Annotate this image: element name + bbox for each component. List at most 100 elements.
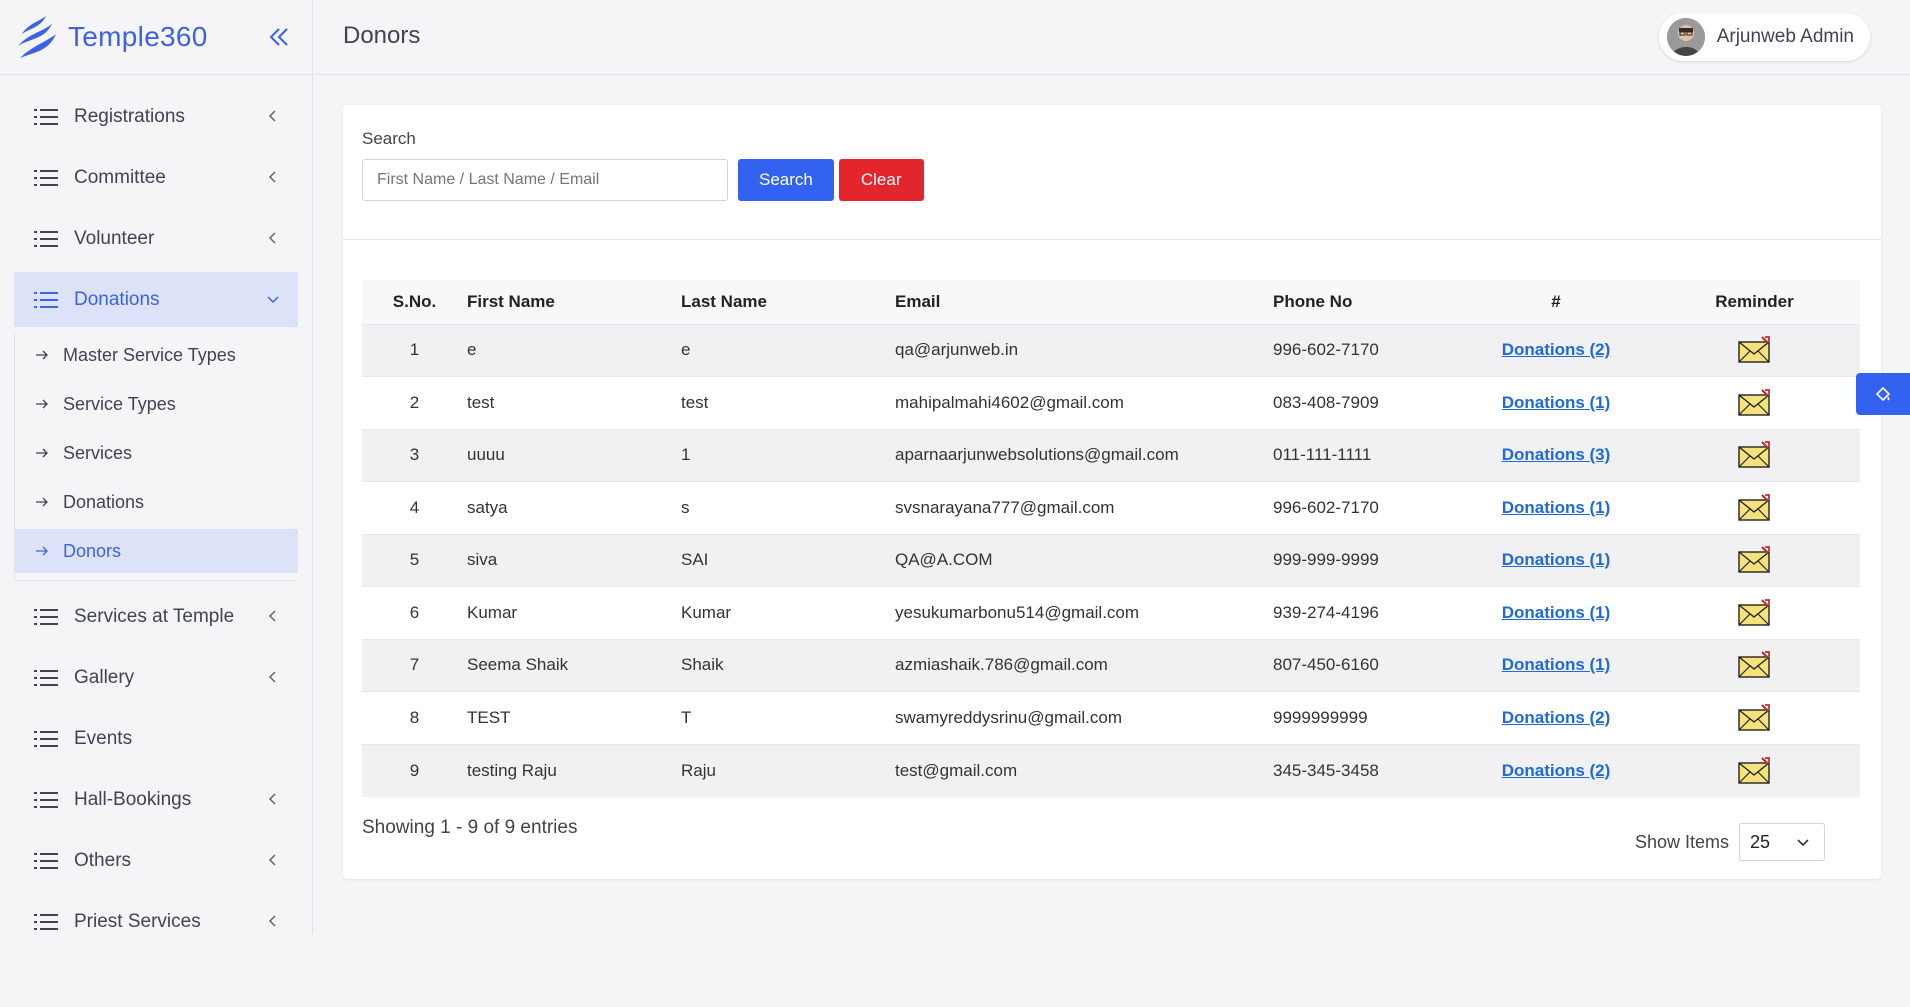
sidebar-item-label: Priest Services: [74, 910, 201, 932]
sidebar-item-label: Donations: [74, 288, 160, 310]
sidebar-item-donations[interactable]: Donations: [14, 272, 298, 327]
column-header-last-name: Last Name: [681, 291, 767, 311]
envelope-icon[interactable]: [1737, 703, 1772, 732]
sidebar-subitem-donations[interactable]: Donations: [15, 480, 298, 524]
cell-email: mahipalmahi4602@gmail.com: [895, 376, 1273, 429]
chevron-left-icon: [268, 171, 276, 183]
cell-last-name: T: [681, 691, 895, 744]
cell-email: swamyreddysrinu@gmail.com: [895, 691, 1273, 744]
envelope-icon[interactable]: [1737, 546, 1772, 574]
show-items-label: Show Items: [1634, 831, 1729, 852]
donations-link[interactable]: Donations (2): [1502, 761, 1611, 780]
sidebar-item-priest-services[interactable]: Priest Services: [14, 894, 298, 935]
donations-link[interactable]: Donations (3): [1502, 445, 1611, 464]
cell-last-name: Kumar: [681, 586, 895, 639]
donations-link[interactable]: Donations (1): [1502, 655, 1611, 674]
sidebar-subitem-master-service-types[interactable]: Master Service Types: [15, 333, 298, 377]
cell-donations: Donations (3): [1463, 428, 1649, 482]
sidebar-item-volunteer[interactable]: Volunteer: [14, 211, 298, 266]
floating-paint-bucket-button[interactable]: [1856, 373, 1910, 415]
list-icon: [34, 852, 58, 869]
column-header-sno: S.No.: [392, 291, 437, 311]
cell-first-name: testing Raju: [467, 743, 681, 797]
sidebar-subitem-donors[interactable]: Donors: [15, 529, 298, 573]
search-input[interactable]: [362, 159, 728, 201]
table-row: 9 testing Raju Raju test@gmail.com 345-345-3…: [362, 743, 1860, 797]
arrow-right-icon: [36, 399, 48, 409]
cell-donations: Donations (2): [1463, 323, 1649, 377]
page-size-value: 25: [1750, 831, 1771, 852]
cell-phone: 996-602-7170: [1273, 323, 1463, 377]
app-name: Temple360: [68, 21, 208, 52]
cell-email: QA@A.COM: [895, 533, 1273, 587]
sidebar-item-gallery[interactable]: Gallery: [14, 650, 298, 705]
table-header-row: S.No. First Name Last Name Email Phone N…: [362, 280, 1860, 324]
cell-first-name: uuuu: [467, 428, 681, 482]
cell-phone: 011-111-1111: [1273, 428, 1463, 482]
donations-submenu: Master Service Types Service Types Servi…: [14, 333, 298, 581]
cell-first-name: test: [467, 376, 681, 429]
paint-bucket-icon: [1875, 386, 1891, 402]
sidebar-subitem-label: Services: [63, 442, 133, 463]
search-button[interactable]: Search: [738, 159, 834, 201]
list-icon: [34, 913, 58, 930]
cell-email: svsnarayana777@gmail.com: [895, 481, 1273, 534]
sidebar-subitem-label: Donors: [63, 540, 122, 561]
table-row: 7 Seema Shaik Shaik azmiashaik.786@gmail.co…: [362, 638, 1860, 692]
sidebar-subitem-services[interactable]: Services: [15, 431, 298, 475]
avatar: [1666, 18, 1705, 56]
clear-button[interactable]: Clear: [838, 159, 924, 201]
column-header-first-name: First Name: [467, 291, 555, 311]
donations-link[interactable]: Donations (1): [1502, 603, 1611, 622]
envelope-icon[interactable]: [1737, 651, 1772, 679]
cell-donations: Donations (1): [1463, 533, 1649, 587]
sidebar-item-services-at-temple[interactable]: Services at Temple: [14, 589, 298, 644]
donations-link[interactable]: Donations (1): [1502, 550, 1611, 569]
cell-first-name: Seema Shaik: [467, 638, 681, 692]
cell-phone: 083-408-7909: [1273, 376, 1463, 429]
cell-email: yesukumarbonu514@gmail.com: [895, 586, 1273, 639]
sidebar-item-committee[interactable]: Committee: [14, 150, 298, 205]
envelope-icon[interactable]: [1737, 598, 1772, 627]
envelope-icon[interactable]: [1737, 756, 1772, 785]
sidebar-item-others[interactable]: Others: [14, 833, 298, 888]
sidebar-subitem-label: Master Service Types: [63, 344, 236, 365]
table-row: 6 Kumar Kumar yesukumarbonu514@gmail.com 939…: [362, 586, 1860, 639]
envelope-icon[interactable]: [1737, 388, 1772, 417]
brand: Temple360: [0, 0, 312, 75]
list-icon: [34, 230, 58, 247]
collapse-sidebar-icon[interactable]: [264, 22, 294, 52]
envelope-icon[interactable]: [1737, 336, 1772, 364]
cell-sno: 8: [362, 691, 467, 744]
user-menu[interactable]: Arjunweb Admin: [1658, 13, 1870, 61]
envelope-icon[interactable]: [1737, 441, 1772, 469]
sidebar-subitem-label: Donations: [63, 491, 145, 512]
sidebar-item-label: Events: [74, 727, 133, 749]
cell-last-name: test: [681, 376, 895, 429]
sidebar-item-hall-bookings[interactable]: Hall-Bookings: [14, 772, 298, 827]
chevron-left-icon: [268, 232, 276, 244]
cell-first-name: Kumar: [467, 586, 681, 639]
sidebar-item-registrations[interactable]: Registrations: [14, 89, 298, 144]
cell-last-name: Raju: [681, 743, 895, 797]
donations-link[interactable]: Donations (2): [1502, 340, 1611, 359]
cell-sno: 7: [362, 638, 467, 692]
donations-link[interactable]: Donations (1): [1502, 393, 1611, 412]
cell-reminder: [1649, 691, 1860, 744]
cell-last-name: 1: [681, 428, 895, 482]
table-row: 8 TEST Tswamyreddysrinu@gmail.com 999999999…: [362, 691, 1860, 744]
donations-link[interactable]: Donations (1): [1502, 498, 1611, 517]
cell-first-name: e: [467, 323, 681, 377]
sidebar-item-events[interactable]: Events: [14, 711, 298, 766]
temple360-logo-icon: [18, 16, 56, 58]
envelope-icon[interactable]: [1737, 493, 1772, 522]
arrow-right-icon: [36, 448, 48, 458]
chevron-left-icon: [268, 110, 276, 122]
search-row: Search Clear: [362, 159, 1862, 201]
sidebar-subitem-service-types[interactable]: Service Types: [15, 382, 298, 426]
page-size-select[interactable]: 25: [1739, 823, 1825, 861]
cell-reminder: [1649, 323, 1860, 377]
list-icon: [34, 791, 58, 808]
cell-donations: Donations (1): [1463, 586, 1649, 639]
donations-link[interactable]: Donations (2): [1502, 708, 1611, 727]
